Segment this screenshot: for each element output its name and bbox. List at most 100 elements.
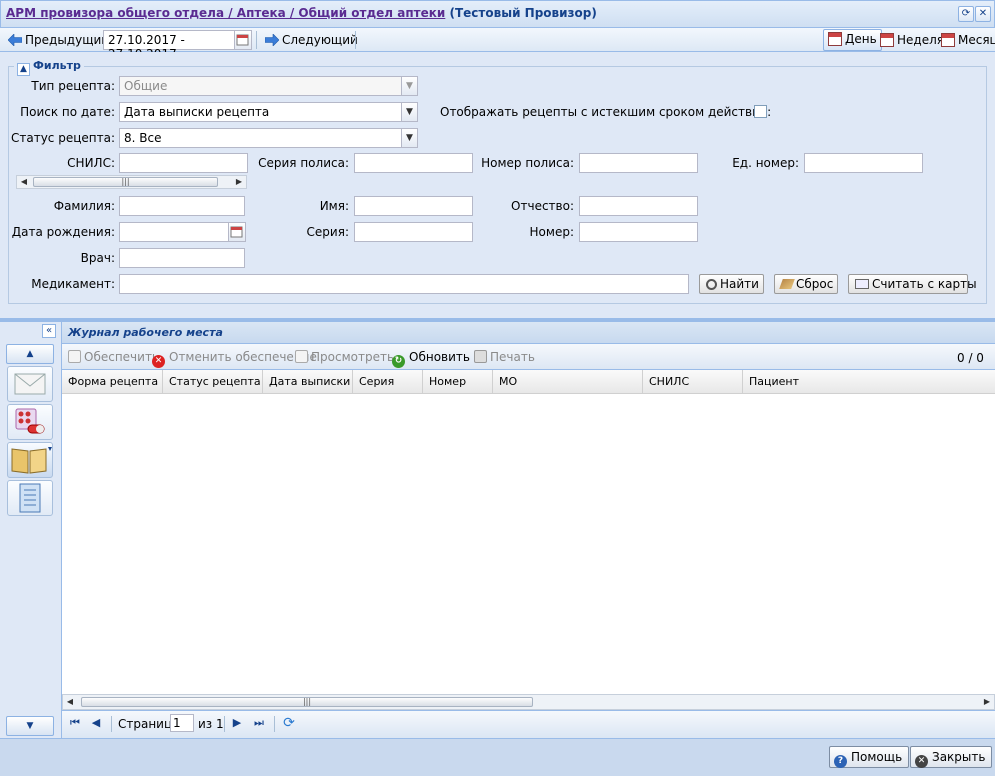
policy-number-input[interactable] [579,153,698,173]
window-title: АРМ провизора общего отдела / Аптека / О… [6,6,597,20]
day-label: День [845,32,877,46]
medicine-input[interactable] [119,274,689,294]
series-input[interactable] [354,222,473,242]
close-window-icon[interactable]: ✕ [975,6,991,22]
snils-label: СНИЛС: [67,156,115,170]
read-card-button[interactable]: Считать с карты [848,274,977,294]
chevron-down-icon[interactable]: ▼ [401,76,418,96]
reset-label: Сброс [796,277,834,291]
envelope-icon [14,373,46,395]
birthdate-input[interactable] [119,222,229,242]
refresh-icon: ↻ [392,355,405,368]
sidebar-item-notebook[interactable] [7,480,53,516]
column-header[interactable]: СНИЛС [643,370,743,394]
sidebar-item-messages[interactable] [7,366,53,402]
close-button[interactable]: ✕ Закрыть [910,746,993,768]
column-header[interactable]: Номер [423,370,493,394]
scroll-left-icon[interactable]: ◀ [63,696,77,708]
help-label: Помощь [851,750,903,764]
grid-body[interactable] [62,394,995,694]
surname-label: Фамилия: [53,199,115,213]
column-header[interactable]: Пациент [743,370,995,394]
column-header[interactable]: Серия [353,370,423,394]
prev-button[interactable]: Предыдущий [4,30,113,50]
horizontal-scrollbar[interactable]: ◀ ||| ▶ [16,175,247,189]
find-button[interactable]: Найти [699,274,764,294]
recipe-type-combo[interactable]: Общие [119,76,402,96]
first-page-icon[interactable]: ⏮ [68,716,82,730]
notebook-icon [19,483,41,513]
prev-page-icon[interactable]: ◀ [89,716,103,730]
title-breadcrumb[interactable]: АРМ провизора общего отдела / Аптека / О… [6,6,445,20]
scroll-right-icon[interactable]: ▶ [980,696,994,708]
pager-separator [274,716,275,732]
calendar-trigger-icon[interactable] [235,30,252,50]
next-button[interactable]: Следующий [261,30,362,50]
policy-series-input[interactable] [354,153,473,173]
calendar-trigger-icon[interactable] [229,222,246,242]
patronymic-label: Отчество: [511,199,574,213]
reload-icon[interactable]: ⟳ [282,716,296,730]
sidebar-scroll-down-button[interactable]: ▼ [6,716,54,736]
help-button[interactable]: ? Помощь [829,746,910,768]
filter-legend[interactable]: ▲ Фильтр [14,59,84,76]
sidebar-item-journal[interactable] [7,442,53,478]
date-search-combo[interactable]: Дата выписки рецепта [119,102,402,122]
printer-icon [474,350,487,363]
journal-title: Журнал рабочего места [68,326,223,339]
scroll-thumb[interactable]: ||| [81,697,533,707]
grid-horizontal-scrollbar[interactable]: ◀ ||| ▶ [62,694,995,710]
calendar-day-icon [828,32,842,46]
chevron-down-icon[interactable]: ▼ [401,102,418,122]
column-header[interactable]: Форма рецепта [62,370,163,394]
refresh-button[interactable]: ↻ Обновить [392,350,470,368]
arrow-left-icon [8,34,22,46]
collapse-up-icon[interactable]: ▲ [17,63,30,76]
surname-input[interactable] [119,196,245,216]
record-count: 0 / 0 [957,351,984,365]
scroll-left-icon[interactable]: ◀ [17,176,31,188]
next-page-icon[interactable]: ▶ [230,716,244,730]
show-expired-label: Отображать рецепты с истекшим сроком дей… [440,105,772,119]
refresh-window-icon[interactable]: ⟳ [958,6,974,22]
search-icon [706,279,717,290]
show-expired-checkbox[interactable] [754,105,767,118]
column-header[interactable]: Дата выписки [263,370,353,394]
view-button[interactable]: Просмотреть [295,350,394,364]
name-label: Имя: [319,199,349,213]
page-input[interactable]: 1 [170,714,194,732]
doctor-input[interactable] [119,248,245,268]
number-input[interactable] [579,222,698,242]
page-total: из 1 [198,717,224,731]
calendar-month-icon [941,33,955,47]
provide-button[interactable]: Обеспечить [68,350,159,364]
title-user: (Тестовый Провизор) [449,6,597,20]
print-button[interactable]: Печать [474,350,535,364]
name-input[interactable] [354,196,473,216]
sidebar-scroll-up-button[interactable]: ▲ [6,344,54,364]
cancel-provide-button[interactable]: ✕ Отменить обеспечение [152,350,317,368]
scroll-right-icon[interactable]: ▶ [232,176,246,188]
column-header[interactable]: Статус рецепта [163,370,263,394]
unified-number-input[interactable] [804,153,923,173]
scroll-thumb[interactable]: ||| [33,177,218,187]
chevron-down-icon[interactable]: ▼ [401,128,418,148]
read-card-label: Считать с карты [872,277,977,291]
sidebar-item-medicines[interactable] [7,404,53,440]
pager-separator [224,716,225,732]
last-page-icon[interactable]: ⏭ [252,716,266,730]
filter-legend-label: Фильтр [33,59,81,72]
patronymic-input[interactable] [579,196,698,216]
month-view-button[interactable]: Месяц [937,30,995,50]
day-view-button[interactable]: День [823,29,882,51]
status-combo[interactable]: 8. Все [119,128,402,148]
broom-icon [779,279,795,289]
print-label: Печать [490,350,535,364]
snils-input[interactable] [119,153,248,173]
recipe-type-label: Тип рецепта: [31,79,115,93]
collapse-left-icon[interactable]: « [42,324,56,338]
toolbar-separator [355,31,356,49]
date-range-input[interactable]: 27.10.2017 - 27.10.2017 [103,30,235,61]
column-header[interactable]: МО [493,370,643,394]
reset-button[interactable]: Сброс [774,274,838,294]
